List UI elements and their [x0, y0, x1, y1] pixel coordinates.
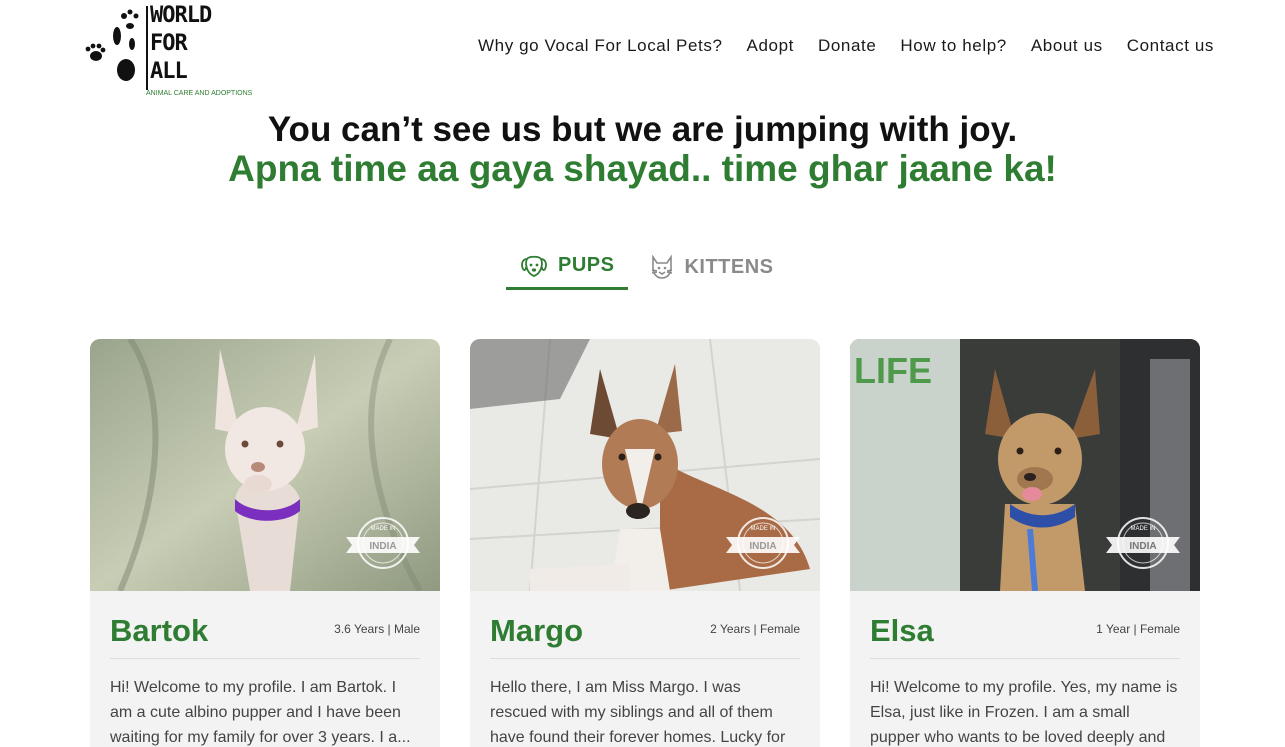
site-header: WORLD FOR ALL ANIMAL CARE AND ADOPTIONS … [0, 0, 1285, 105]
made-in-india-badge: INDIA MADE IN [1104, 515, 1182, 571]
paw-prints-icon [85, 9, 139, 81]
made-in-india-badge: INDIA MADE IN [724, 515, 802, 571]
pet-photo-margo: INDIA MADE IN [470, 339, 820, 591]
card-divider [110, 658, 420, 659]
card-divider [870, 658, 1180, 659]
logo-tagline: ANIMAL CARE AND ADOPTIONS [146, 90, 253, 97]
logo[interactable]: WORLD FOR ALL ANIMAL CARE AND ADOPTIONS [84, 4, 254, 100]
tab-pups[interactable]: PUPS [506, 244, 629, 290]
svg-text:INDIA: INDIA [369, 541, 396, 552]
nav-link-vocal-for-local[interactable]: Why go Vocal For Local Pets? [478, 36, 723, 56]
pet-description: Hi! Welcome to my profile. I am Bartok. … [110, 679, 411, 746]
tab-pups-label: PUPS [558, 254, 615, 276]
pet-cards: INDIA MADE IN Bartok 3.6 Years | Male Hi… [90, 339, 1200, 747]
logo-word-all: ALL [150, 59, 188, 84]
pet-meta: 3.6 Years | Male [334, 622, 420, 636]
svg-text:LIFE: LIFE [854, 350, 932, 391]
pet-name: Margo [490, 613, 583, 648]
hero-subheading: Apna time aa gaya shayad.. time ghar jaa… [228, 148, 1057, 189]
nav-link-how-to-help[interactable]: How to help? [900, 36, 1006, 56]
pet-photo-elsa: LIFE INDIA MADE IN [850, 339, 1200, 591]
nav-link-contact-us[interactable]: Contact us [1127, 36, 1214, 56]
card-divider [490, 658, 800, 659]
pet-card-elsa[interactable]: LIFE INDIA MADE IN Elsa 1 Year | Female … [850, 339, 1200, 747]
main-nav: Why go Vocal For Local Pets? Adopt Donat… [478, 36, 1214, 56]
pet-photo-bartok: INDIA MADE IN [90, 339, 440, 591]
made-in-india-badge: INDIA MADE IN [344, 515, 422, 571]
dog-face-icon [521, 255, 547, 277]
pet-description: Hello there, I am Miss Margo. I was resc… [490, 679, 786, 746]
nav-link-about-us[interactable]: About us [1031, 36, 1103, 56]
tab-kittens-label: KITTENS [684, 255, 774, 278]
svg-text:INDIA: INDIA [1129, 541, 1156, 552]
svg-text:MADE IN: MADE IN [750, 526, 775, 532]
nav-link-adopt[interactable]: Adopt [747, 36, 794, 56]
logo-divider [146, 6, 148, 90]
pet-description: Hi! Welcome to my profile. Yes, my name … [870, 679, 1178, 746]
pet-meta: 2 Years | Female [710, 622, 800, 636]
logo-word-world: WORLD [150, 3, 212, 28]
svg-text:MADE IN: MADE IN [370, 526, 395, 532]
pet-name: Bartok [110, 613, 209, 648]
nav-link-donate[interactable]: Donate [818, 36, 876, 56]
logo-word-for: FOR [150, 31, 188, 56]
svg-text:INDIA: INDIA [749, 541, 776, 552]
pet-type-tabs: PUPS KITTENS [506, 244, 788, 290]
hero-heading: You can’t see us but we are jumping with… [267, 110, 1018, 149]
svg-text:MADE IN: MADE IN [1130, 526, 1155, 532]
pet-card-margo[interactable]: INDIA MADE IN Margo 2 Years | Female Hel… [470, 339, 820, 747]
cat-face-icon [652, 254, 673, 279]
pet-name: Elsa [870, 613, 934, 648]
pet-meta: 1 Year | Female [1096, 622, 1180, 636]
tab-kittens[interactable]: KITTENS [628, 244, 787, 290]
pet-card-bartok[interactable]: INDIA MADE IN Bartok 3.6 Years | Male Hi… [90, 339, 440, 747]
